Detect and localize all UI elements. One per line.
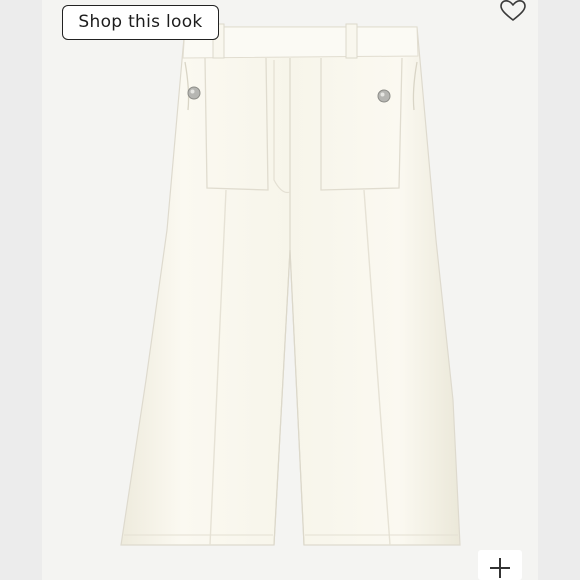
product-viewer: Shop this look [0, 0, 580, 580]
heart-icon[interactable] [498, 0, 528, 24]
left-panel [0, 0, 42, 580]
pants-illustration [120, 23, 461, 546]
product-image[interactable] [42, 0, 538, 580]
zoom-button[interactable] [478, 550, 522, 580]
right-panel [538, 0, 580, 580]
favorite-heart-glyph [500, 0, 526, 21]
plus-icon [490, 558, 510, 578]
shop-this-look-button[interactable]: Shop this look [62, 5, 219, 40]
